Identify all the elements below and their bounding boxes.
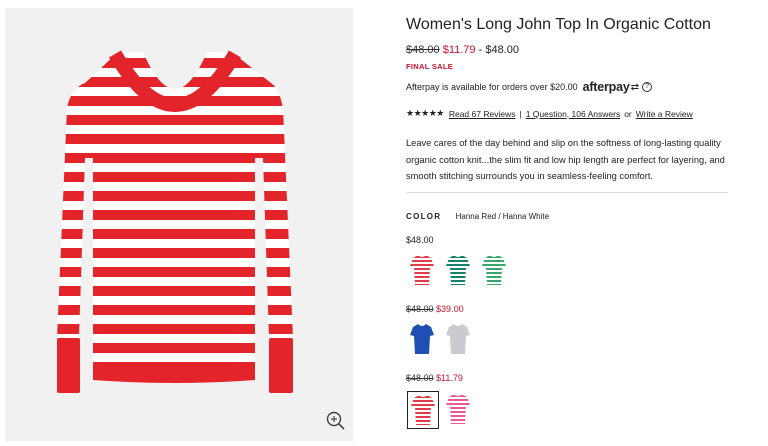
swatch-shirt-icon <box>446 255 470 285</box>
shirt-stripe <box>57 248 293 258</box>
swatch-shirt-icon <box>410 255 434 285</box>
original-price: $48.00 <box>406 44 440 56</box>
questions-answers-link[interactable]: 1 Question, 106 Answers <box>526 109 621 119</box>
shirt-stripe <box>57 229 293 239</box>
swatch-blue-solid[interactable] <box>408 322 438 358</box>
shirt-stripe <box>57 115 293 125</box>
price-row: $48.00 $11.79 - $48.00 <box>406 44 519 56</box>
swatch-shirt-icon <box>446 324 470 354</box>
left-cuff <box>57 338 80 393</box>
color-label: COLOR <box>406 212 442 221</box>
original-price: $48.00 <box>406 304 434 314</box>
reviews-separator: | <box>519 108 522 119</box>
zoom-in-icon[interactable] <box>325 410 347 432</box>
shirt-stripe <box>57 305 293 315</box>
color-selector-label: COLOR Hanna Red / Hanna White <box>406 212 549 221</box>
final-sale-badge: FINAL SALE <box>406 62 454 71</box>
write-review-link[interactable]: Write a Review <box>636 109 693 119</box>
swatch-shirt-icon <box>410 324 434 354</box>
shirt-stripe <box>57 191 293 201</box>
swatch-red-stripe[interactable] <box>408 253 438 289</box>
info-circle-icon[interactable]: ? <box>642 82 653 92</box>
sale-price: $11.79 <box>442 44 476 56</box>
swatch-shirt-icon <box>411 395 435 425</box>
sale-price: $11.79 <box>436 373 463 383</box>
full-price: $48.00 <box>406 235 434 245</box>
swatch-green-stripe[interactable] <box>444 253 474 289</box>
swatch-group-price: $48.00 $39.00 <box>406 304 464 314</box>
product-image <box>57 50 293 393</box>
shirt-stripe <box>57 286 293 296</box>
product-description: Leave cares of the day behind and slip o… <box>406 138 725 181</box>
swatch-grey-heather[interactable] <box>444 322 474 358</box>
selected-color-name: Hanna Red / Hanna White <box>455 212 550 221</box>
read-reviews-link[interactable]: Read 67 Reviews <box>449 109 516 119</box>
swatch-shirt-icon <box>446 394 470 424</box>
afterpay-logo: afterpay <box>582 80 630 94</box>
afterpay-arrows-icon: ⇄ <box>630 81 640 93</box>
shirt-stripe <box>57 77 293 87</box>
product-image-gallery[interactable] <box>5 8 353 441</box>
afterpay-text: Afterpay is available for orders over $2… <box>406 82 578 92</box>
max-price: $48.00 <box>485 44 519 56</box>
price-range-separator: - <box>475 44 486 56</box>
shirt-hem <box>93 366 255 383</box>
afterpay-row: Afterpay is available for orders over $2… <box>406 80 653 94</box>
divider <box>406 192 728 193</box>
shirt-stripe <box>57 58 293 68</box>
swatch-group-price: $48.00 <box>406 235 434 245</box>
swatch-pink-stripe[interactable] <box>444 392 474 428</box>
or-text: or <box>624 108 632 119</box>
sale-price: $39.00 <box>436 304 464 314</box>
swatch-group-price: $48.00 $11.79 <box>406 373 463 383</box>
swatch-shirt-icon <box>482 255 506 285</box>
star-rating-icon: ★★★★★ <box>406 108 444 118</box>
swatch-red-white-stripe-selected[interactable] <box>407 391 439 429</box>
shirt-stripe <box>57 324 293 334</box>
shirt-stripe <box>57 172 293 182</box>
product-title: Women's Long John Top In Organic Cotton <box>406 16 711 33</box>
shirt-stripe <box>57 153 293 163</box>
shirt-stripe <box>57 267 293 277</box>
shirt-stripe <box>57 210 293 220</box>
swatch-mint-stripe[interactable] <box>480 253 510 289</box>
reviews-row: ★★★★★ Read 67 Reviews | 1 Question, 106 … <box>406 108 693 119</box>
original-price: $48.00 <box>406 373 434 383</box>
shirt-stripe <box>57 134 293 144</box>
right-cuff <box>269 338 293 393</box>
